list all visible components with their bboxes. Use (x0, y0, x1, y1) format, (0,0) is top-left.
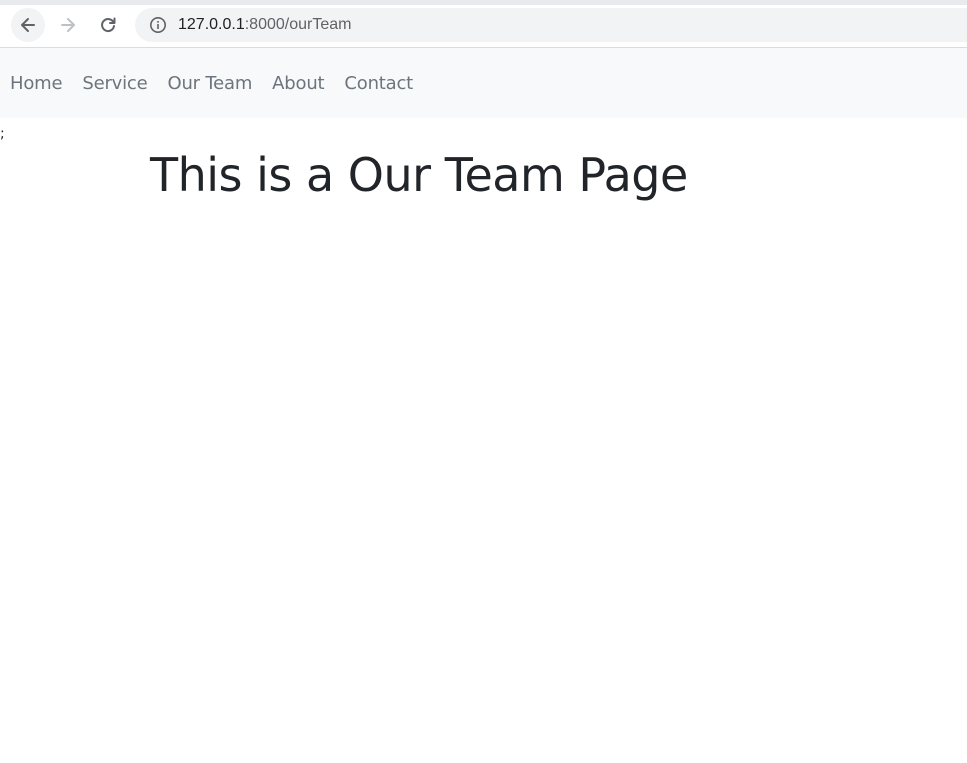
stray-semicolon: ; (0, 126, 5, 142)
nav-link-service[interactable]: Service (82, 73, 147, 94)
info-icon[interactable] (148, 15, 168, 35)
page-title: This is a Our Team Page (150, 148, 688, 202)
arrow-right-icon (61, 18, 75, 32)
forward-button[interactable] (51, 8, 85, 42)
back-button[interactable] (11, 8, 45, 42)
tab-strip-edge (0, 0, 967, 5)
address-bar[interactable]: 127.0.0.1:8000/ourTeam (135, 8, 967, 42)
url-host: 127.0.0.1 (178, 16, 245, 33)
nav-link-about[interactable]: About (272, 73, 324, 94)
site-navbar: Home Service Our Team About Contact (0, 48, 967, 118)
arrow-left-icon (21, 18, 35, 32)
reload-button[interactable] (91, 8, 125, 42)
nav-link-our-team[interactable]: Our Team (167, 73, 252, 94)
nav-link-home[interactable]: Home (10, 73, 63, 94)
browser-toolbar: 127.0.0.1:8000/ourTeam (0, 0, 967, 48)
url-text: 127.0.0.1:8000/ourTeam (178, 16, 351, 34)
url-path: :8000/ourTeam (244, 16, 352, 33)
nav-link-contact[interactable]: Contact (344, 73, 413, 94)
reload-icon (101, 17, 116, 33)
